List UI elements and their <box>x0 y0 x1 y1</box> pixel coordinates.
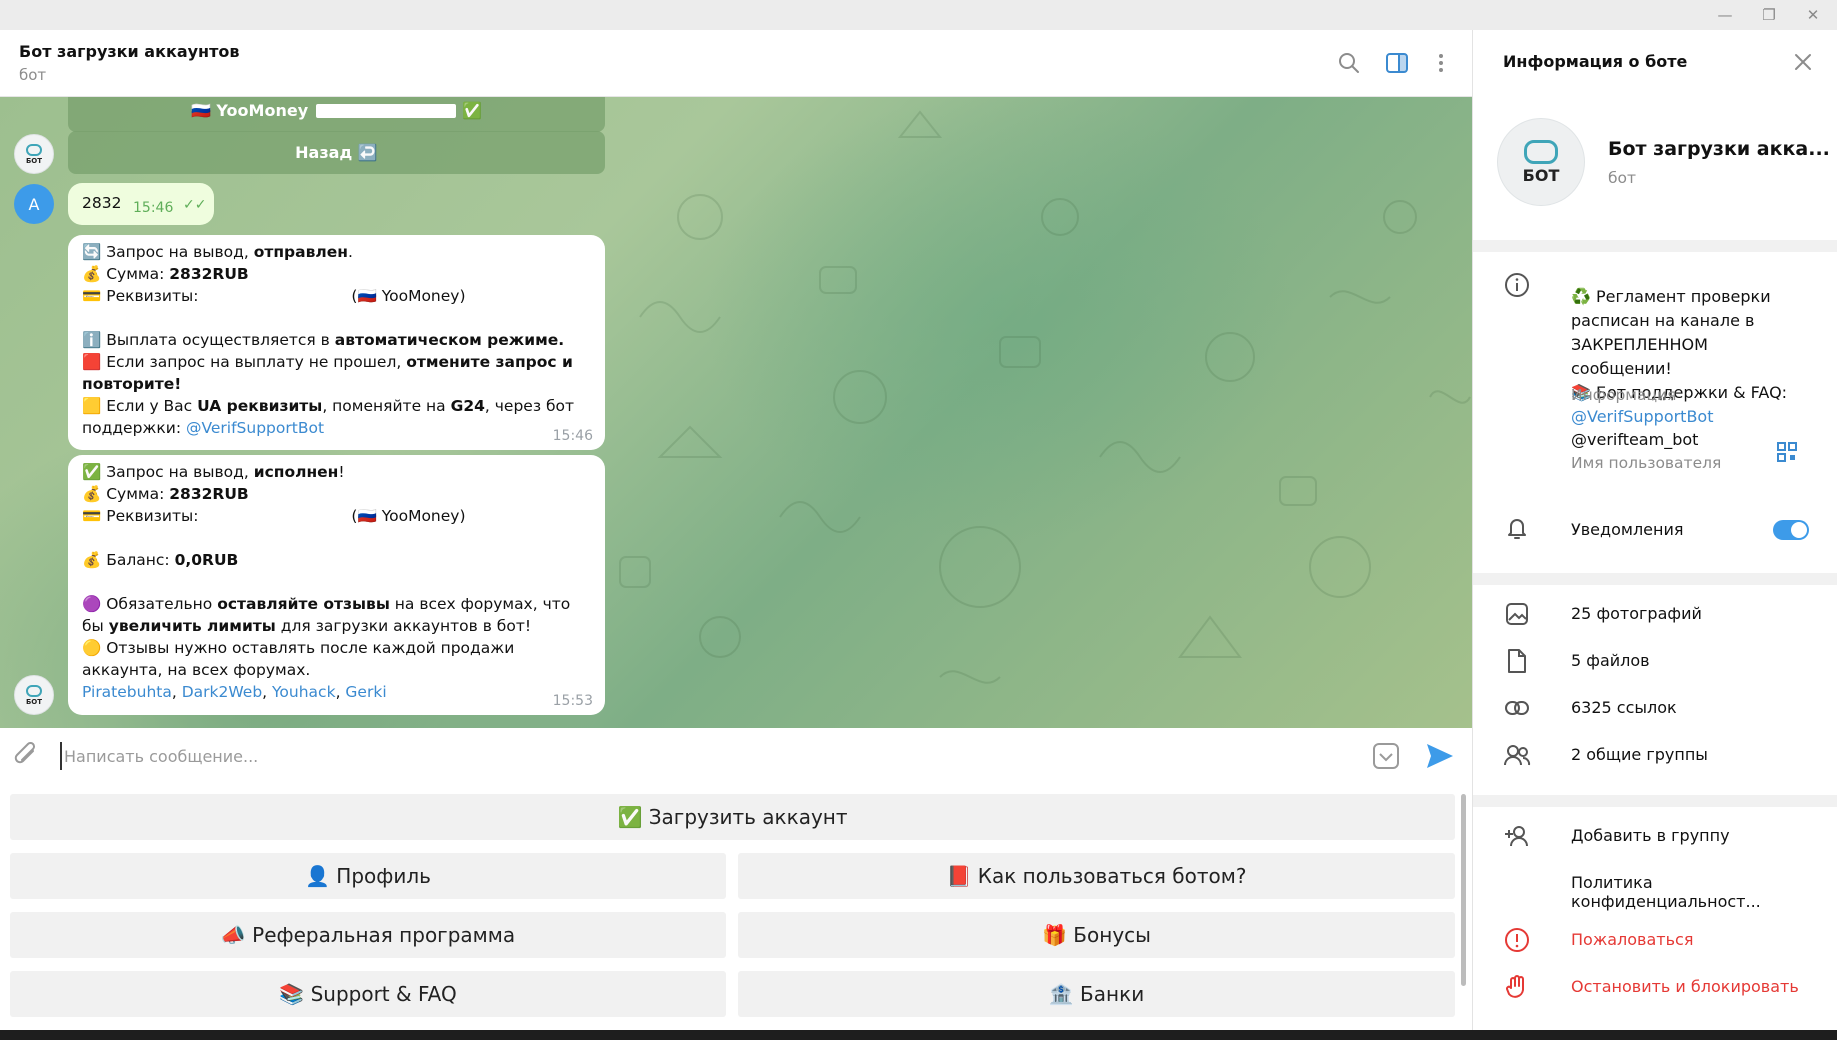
minimize-icon[interactable]: — <box>1703 0 1747 30</box>
chat-subtitle: бот <box>19 66 47 84</box>
panel-title: Информация о боте <box>1503 52 1688 71</box>
inline-button-yoomoney[interactable]: 🇷🇺 YooMoney ✅ <box>68 97 605 132</box>
message-input-row <box>0 728 1472 784</box>
groups-icon <box>1503 741 1531 769</box>
common-groups[interactable]: 2 общие группы <box>1571 745 1708 764</box>
window-titlebar: — ❐ ✕ <box>0 0 1837 30</box>
qr-code-icon[interactable] <box>1773 438 1801 466</box>
close-panel-icon[interactable] <box>1789 48 1817 76</box>
msg1-time: 15:46 <box>552 428 593 444</box>
msg1-line-ua: 🟨 Если у Вас UA реквизиты, поменяйте на … <box>82 397 575 437</box>
forum-link-piratebuhta[interactable]: Piratebuhta <box>82 683 172 701</box>
user-message-bubble: 2832 15:46 ✓✓ <box>68 183 214 225</box>
bot-profile-name: Бот загрузки акка... <box>1608 138 1830 160</box>
notifications-toggle[interactable] <box>1773 520 1809 540</box>
keyboard-toggle-icon[interactable] <box>1372 742 1400 774</box>
report-icon <box>1503 926 1531 954</box>
bot-username[interactable]: @verifteam_bot <box>1571 430 1698 449</box>
msg2-line-reviews: 🟣 Обязательно оставляйте отзывы на всех … <box>82 595 571 635</box>
msg1-line-status: 🔄 Запрос на вывод, отправлен. <box>82 243 353 261</box>
chat-title[interactable]: Бот загрузки аккаунтов <box>19 42 240 61</box>
media-photos[interactable]: 25 фотографий <box>1571 604 1702 623</box>
panel-divider <box>1473 240 1837 252</box>
bot-info-panel: Информация о боте БОТ Бот загрузки акка.… <box>1472 30 1837 1030</box>
close-window-icon[interactable]: ✕ <box>1791 0 1835 30</box>
key-upload-account[interactable]: ✅ Загрузить аккаунт <box>10 794 1455 840</box>
info-icon <box>1503 271 1531 299</box>
key-banks[interactable]: 🏦 Банки <box>738 971 1455 1017</box>
privacy-policy-button[interactable]: Политика конфиденциальност... <box>1571 873 1837 911</box>
msg1-line-requisites: 💳 Реквизиты: (🇷🇺 YooMoney) <box>82 287 466 305</box>
user-avatar[interactable]: А <box>14 184 54 224</box>
about-support-link[interactable]: @VerifSupportBot <box>1571 407 1714 426</box>
link-icon <box>1503 694 1531 722</box>
attach-icon[interactable] <box>14 741 40 774</box>
chat-header: Бот загрузки аккаунтов бот <box>0 30 1472 97</box>
more-menu-icon[interactable] <box>1428 50 1454 76</box>
msg1-line-auto: ℹ️ Выплата осуществляется в автоматическ… <box>82 331 565 349</box>
bot-avatar[interactable]: БОТ <box>14 134 54 174</box>
photos-icon <box>1503 600 1531 628</box>
support-bot-link[interactable]: @VerifSupportBot <box>186 419 324 437</box>
forum-link-gerki[interactable]: Gerki <box>345 683 386 701</box>
key-how-to-use[interactable]: 📕 Как пользоваться ботом? <box>738 853 1455 899</box>
about-label: Информация <box>1571 386 1677 404</box>
bot-message-withdraw-sent: 🔄 Запрос на вывод, отправлен. 💰 Сумма: 2… <box>68 235 605 450</box>
forum-link-youhack[interactable]: Youhack <box>272 683 336 701</box>
chat-messages-area[interactable]: 🇷🇺 YooMoney ✅ Назад ↩️ БОТ А 2832 15:46 … <box>0 97 1472 728</box>
report-button[interactable]: Пожаловаться <box>1571 930 1693 949</box>
msg2-line-balance: 💰 Баланс: 0,0RUB <box>82 551 239 569</box>
os-taskbar <box>0 1030 1837 1040</box>
msg2-time: 15:53 <box>552 693 593 709</box>
key-bonuses[interactable]: 🎁 Бонусы <box>738 912 1455 958</box>
add-user-icon <box>1503 822 1531 850</box>
key-support-faq[interactable]: 📚 Support & FAQ <box>10 971 726 1017</box>
media-links[interactable]: 6325 ссылок <box>1571 698 1677 717</box>
msg2-line-amount: 💰 Сумма: 2832RUB <box>82 485 249 503</box>
msg2-forum-links: Piratebuhta, Dark2Web, Youhack, Gerki <box>82 683 387 701</box>
block-hand-icon <box>1503 973 1531 1001</box>
block-button[interactable]: Остановить и блокировать <box>1571 977 1799 996</box>
media-files[interactable]: 5 файлов <box>1571 651 1650 670</box>
msg1-line-cancel: 🟥 Если запрос на выплату не прошел, отме… <box>82 353 573 393</box>
username-label: Имя пользователя <box>1571 454 1722 472</box>
bot-message-withdraw-done: ✅ Запрос на вывод, исполнен! 💰 Сумма: 28… <box>68 455 605 715</box>
inline-button-back[interactable]: Назад ↩️ <box>68 131 605 174</box>
msg2-line-status: ✅ Запрос на вывод, исполнен! <box>82 463 345 481</box>
sidebar-toggle-icon[interactable] <box>1384 50 1410 76</box>
double-check-icon: ✓✓ <box>183 197 207 213</box>
reply-keyboard: ✅ Загрузить аккаунт 👤 Профиль 📕 Как поль… <box>0 784 1472 1030</box>
msg1-line-amount: 💰 Сумма: 2832RUB <box>82 265 249 283</box>
message-input[interactable] <box>60 742 1360 770</box>
search-icon[interactable] <box>1336 50 1362 76</box>
key-profile[interactable]: 👤 Профиль <box>10 853 726 899</box>
user-message-text: 2832 <box>82 194 122 212</box>
send-icon[interactable] <box>1425 742 1455 774</box>
bot-avatar[interactable]: БОТ <box>14 675 54 715</box>
forum-link-dark2web[interactable]: Dark2Web <box>182 683 262 701</box>
msg2-line-after-sale: 🟡 Отзывы нужно оставлять после каждой пр… <box>82 639 515 679</box>
files-icon <box>1503 647 1531 675</box>
bell-icon <box>1503 514 1531 542</box>
msg2-line-requisites: 💳 Реквизиты: (🇷🇺 YooMoney) <box>82 507 466 525</box>
notifications-label: Уведомления <box>1571 520 1684 539</box>
key-referral[interactable]: 📣 Реферальная программа <box>10 912 726 958</box>
add-to-group-button[interactable]: Добавить в группу <box>1571 826 1730 845</box>
bot-profile-subtitle: бот <box>1608 169 1637 187</box>
panel-divider <box>1473 573 1837 585</box>
user-message-time: 15:46 <box>133 200 174 216</box>
bot-profile-avatar[interactable]: БОТ <box>1497 118 1585 206</box>
keyboard-scrollbar[interactable] <box>1461 794 1466 986</box>
panel-divider <box>1473 795 1837 807</box>
restore-icon[interactable]: ❐ <box>1747 0 1791 30</box>
